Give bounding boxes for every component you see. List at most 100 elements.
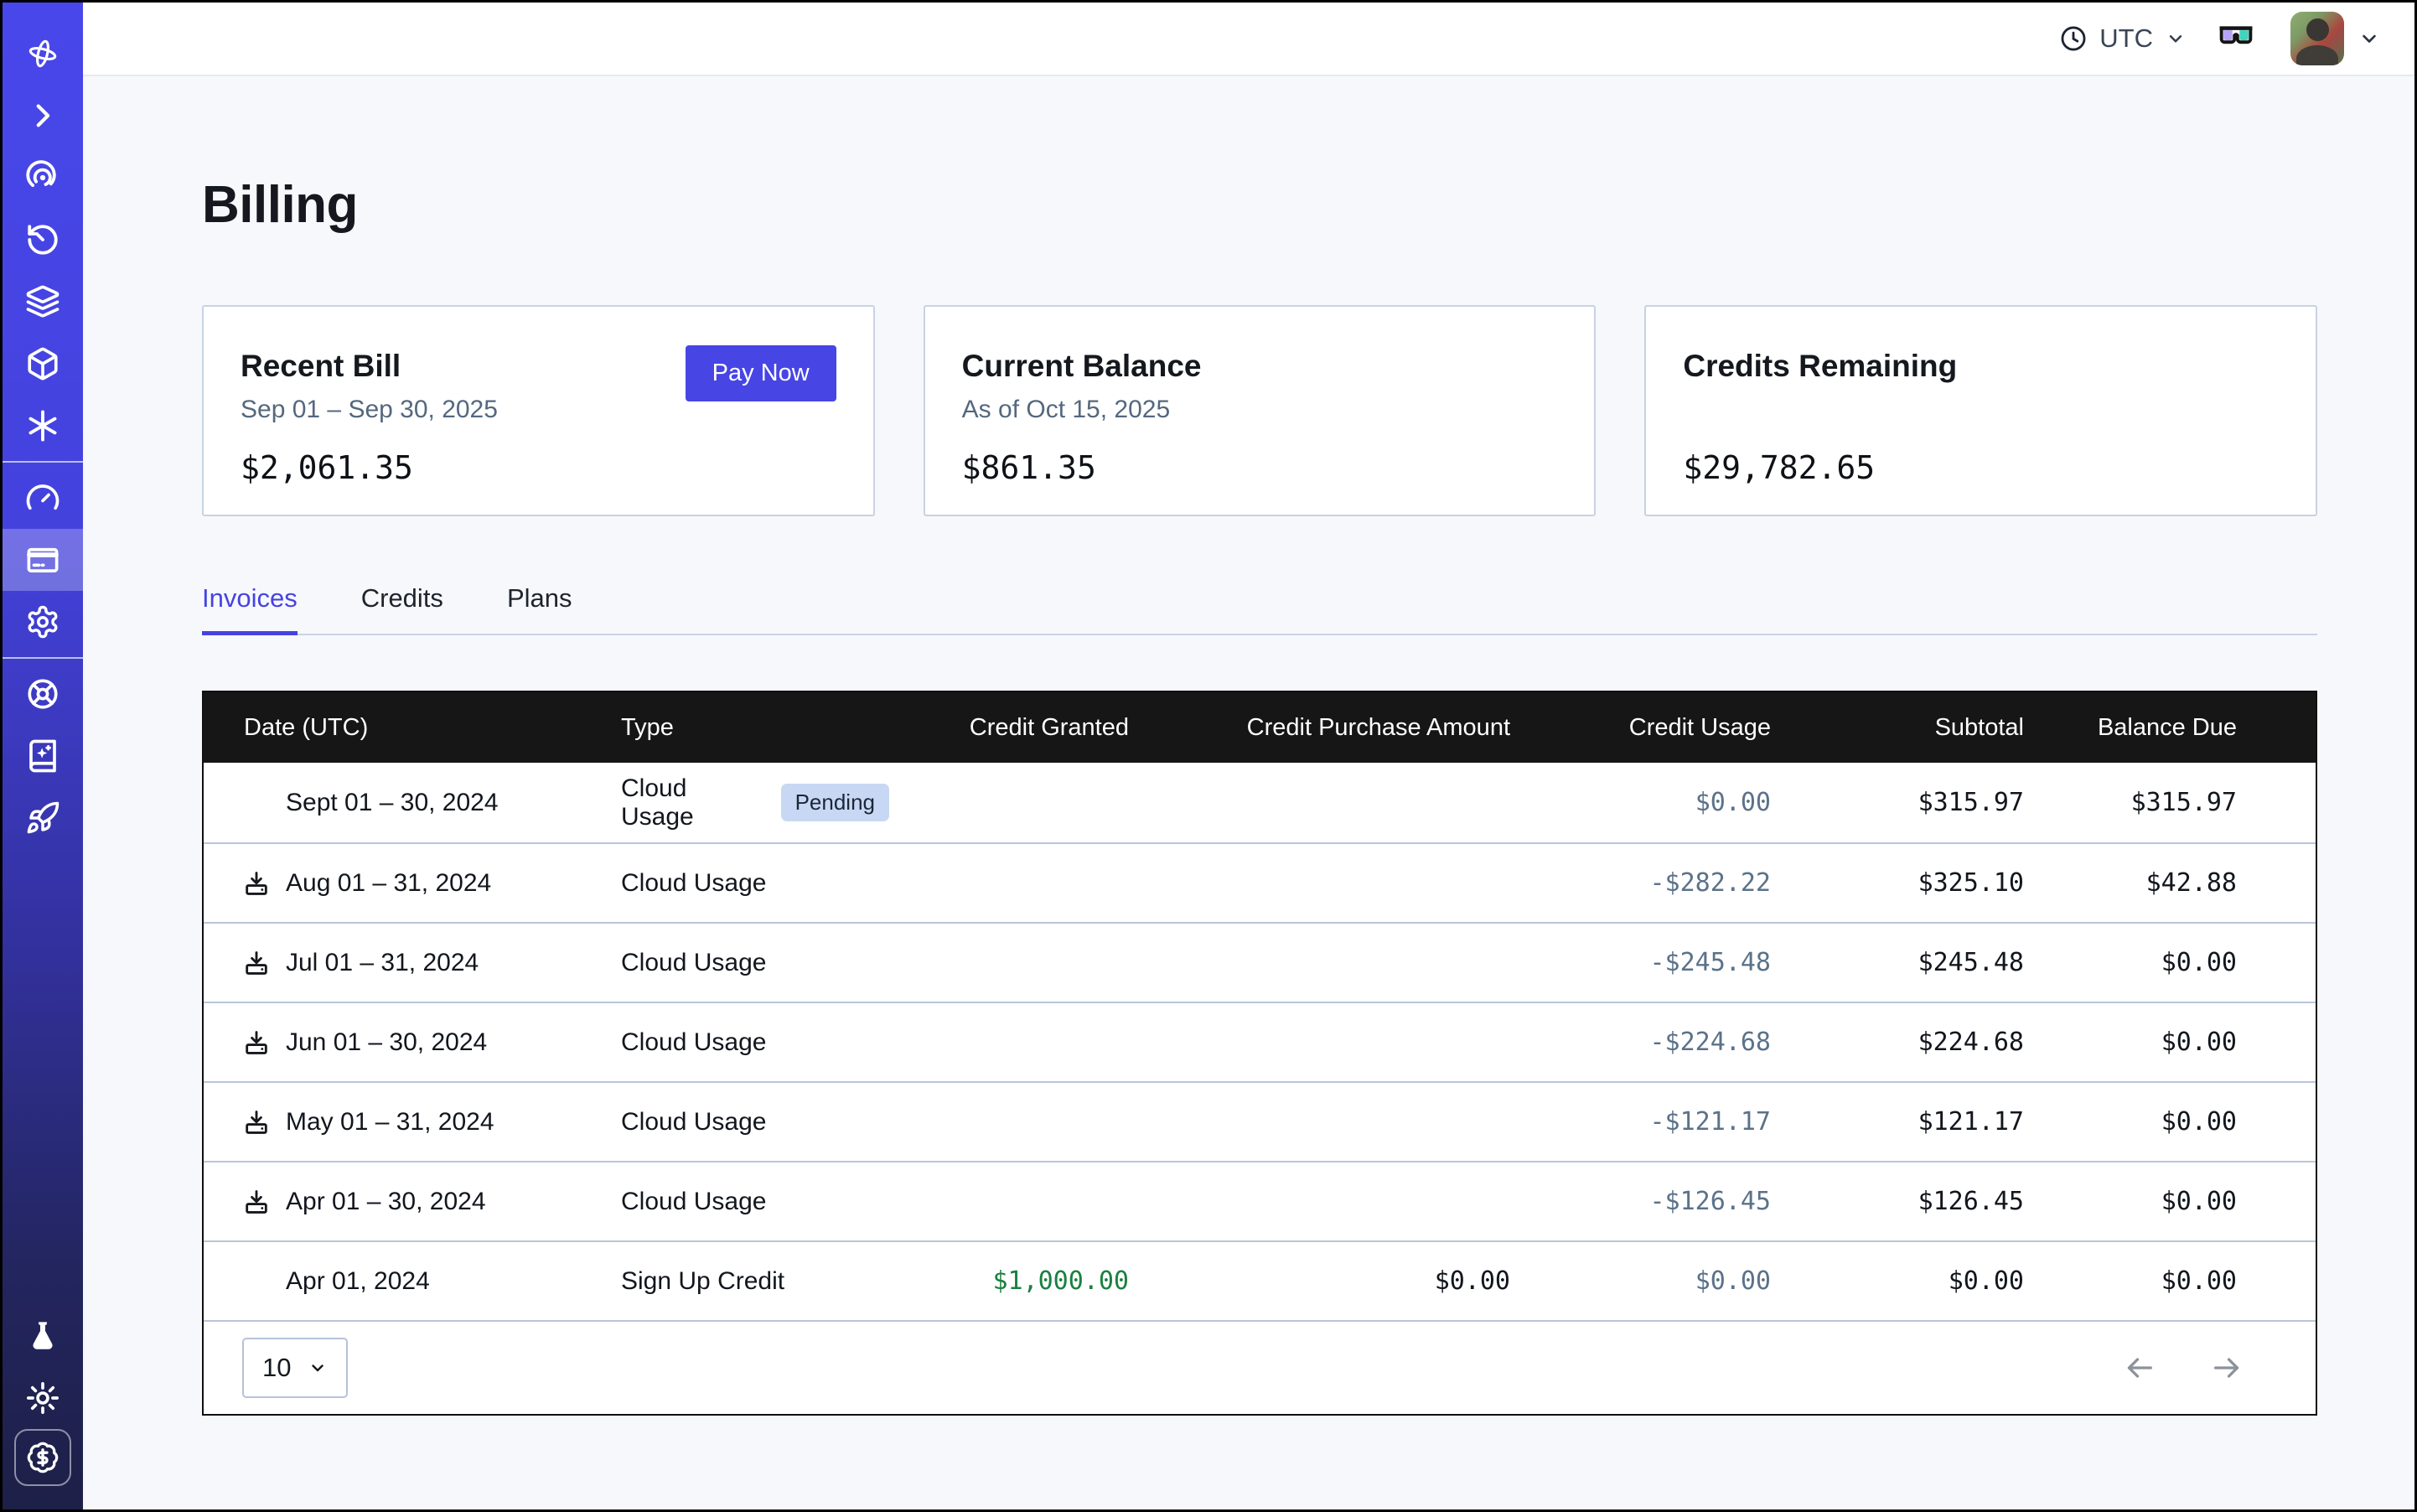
main-area: UTC Billing [83,3,2414,1509]
credits-remaining-card: Credits Remaining $29,782.65 [1644,305,2317,516]
timezone-label: UTC [2099,23,2153,54]
sidebar-item-settings[interactable] [3,591,83,653]
sidebar-collapse-button[interactable] [3,85,83,147]
balance-due-cell: $0.00 [2061,1028,2316,1057]
table-row: Aug 01 – 31, 2024 Cloud Usage -$282.22 $… [204,842,2316,922]
invoice-date: Jul 01 – 31, 2024 [286,949,479,977]
summary-cards: Recent Bill Sep 01 – Sep 30, 2025 $2,061… [202,305,2317,516]
sidebar-item-support[interactable] [3,663,83,725]
download-invoice-button[interactable] [242,1108,271,1137]
table-row: May 01 – 31, 2024 Cloud Usage -$121.17 $… [204,1081,2316,1161]
table-row: Apr 01, 2024 Sign Up Credit $1,000.00 $0… [204,1240,2316,1320]
sidebar-logo[interactable] [3,23,83,85]
download-invoice-button[interactable] [242,1028,271,1057]
credit-purchase-cell: $0.00 [1166,1266,1547,1296]
sidebar-item-theme-toggle[interactable] [3,1367,83,1429]
subtotal-cell: $245.48 [1808,948,2061,977]
credit-usage-cell: $0.00 [1547,788,1808,817]
gear-icon [25,604,60,639]
subtotal-cell: $224.68 [1808,1028,2061,1057]
avatar[interactable] [2290,12,2344,65]
radar-eye-icon [25,160,60,195]
invoice-date-cell: Apr 01, 2024 [204,1267,621,1296]
topbar: UTC [83,3,2414,76]
view-mode-button[interactable] [2217,25,2255,52]
cube-icon [25,346,60,381]
subtotal-cell: $0.00 [1808,1266,2061,1296]
asterisk-icon [25,408,60,443]
column-header-balance-due: Balance Due [2061,714,2316,742]
sun-icon [25,1380,60,1416]
balance-due-cell: $315.97 [2061,788,2316,817]
tab-credits[interactable]: Credits [361,583,443,634]
glasses-icon [2217,25,2255,52]
card-title: Credits Remaining [1683,349,2279,384]
tab-invoices[interactable]: Invoices [202,583,298,634]
download-icon [242,869,271,898]
invoice-date-cell: May 01 – 31, 2024 [204,1108,621,1137]
invoice-date-cell: Apr 01 – 30, 2024 [204,1188,621,1216]
sidebar-divider [3,461,83,463]
pagination-controls [2123,1351,2244,1385]
invoice-type-cell: Cloud Usage [621,949,889,977]
sidebar-item-usage[interactable] [3,467,83,529]
invoice-date-cell: Aug 01 – 31, 2024 [204,869,621,898]
clock-icon [2059,24,2088,53]
prev-page-button[interactable] [2123,1351,2156,1385]
page-size-value: 10 [262,1353,291,1383]
sidebar-item-credits-promo[interactable] [14,1429,71,1486]
table-header: Date (UTC) Type Credit Granted Credit Pu… [204,692,2316,763]
invoice-type: Cloud Usage [621,774,764,831]
sidebar [3,3,83,1509]
sidebar-item-billing[interactable] [3,529,83,591]
invoice-type: Cloud Usage [621,1188,766,1216]
sidebar-item-services[interactable] [3,395,83,457]
invoice-type: Cloud Usage [621,1028,766,1057]
download-icon [242,1108,271,1137]
invoice-type-cell: Cloud Usage [621,1028,889,1057]
account-menu-button[interactable] [2357,27,2381,50]
chevron-down-icon [308,1358,328,1378]
logo-orbit-icon [25,36,60,71]
column-header-date: Date (UTC) [204,714,621,742]
sidebar-item-docs[interactable] [3,725,83,787]
sidebar-item-getting-started[interactable] [3,787,83,849]
invoice-date-cell: Jun 01 – 30, 2024 [204,1028,621,1057]
sidebar-item-monitoring[interactable] [3,147,83,209]
invoice-date: Aug 01 – 31, 2024 [286,869,491,898]
column-header-credit-usage: Credit Usage [1547,714,1808,742]
credit-usage-cell: -$224.68 [1547,1028,1808,1057]
invoices-table: Date (UTC) Type Credit Granted Credit Pu… [202,691,2317,1416]
download-invoice-button[interactable] [242,1188,271,1216]
card-title: Current Balance [962,349,1558,384]
download-invoice-button[interactable] [242,949,271,977]
sidebar-item-labs[interactable] [3,1305,83,1367]
helm-icon [25,676,60,712]
sidebar-item-history[interactable] [3,209,83,271]
page-title: Billing [202,175,2317,235]
download-invoice-button[interactable] [242,869,271,898]
table-row: Sept 01 – 30, 2024 Cloud Usage Pending $… [204,763,2316,842]
page-size-select[interactable]: 10 [242,1338,348,1398]
tab-plans[interactable]: Plans [507,583,572,634]
download-icon [242,1188,271,1216]
current-balance-amount: $861.35 [962,449,1558,486]
credit-usage-cell: -$245.48 [1547,948,1808,977]
flask-icon [25,1318,60,1354]
credit-usage-cell: $0.00 [1547,1266,1808,1296]
chevron-right-icon [25,98,60,133]
timezone-selector[interactable]: UTC [2059,23,2187,54]
invoice-date: May 01 – 31, 2024 [286,1108,494,1137]
arrow-left-icon [2123,1351,2156,1385]
credit-card-icon [25,542,60,577]
invoice-date: Sept 01 – 30, 2024 [286,789,499,817]
next-page-button[interactable] [2210,1351,2244,1385]
pay-now-button[interactable]: Pay Now [686,345,836,401]
sidebar-item-layers[interactable] [3,271,83,333]
invoice-date: Apr 01 – 30, 2024 [286,1188,486,1216]
card-subtitle: As of Oct 15, 2025 [962,396,1558,427]
invoice-type-cell: Sign Up Credit [621,1267,889,1296]
sidebar-item-packages[interactable] [3,333,83,395]
invoice-type: Cloud Usage [621,949,766,977]
invoice-type: Cloud Usage [621,869,766,898]
